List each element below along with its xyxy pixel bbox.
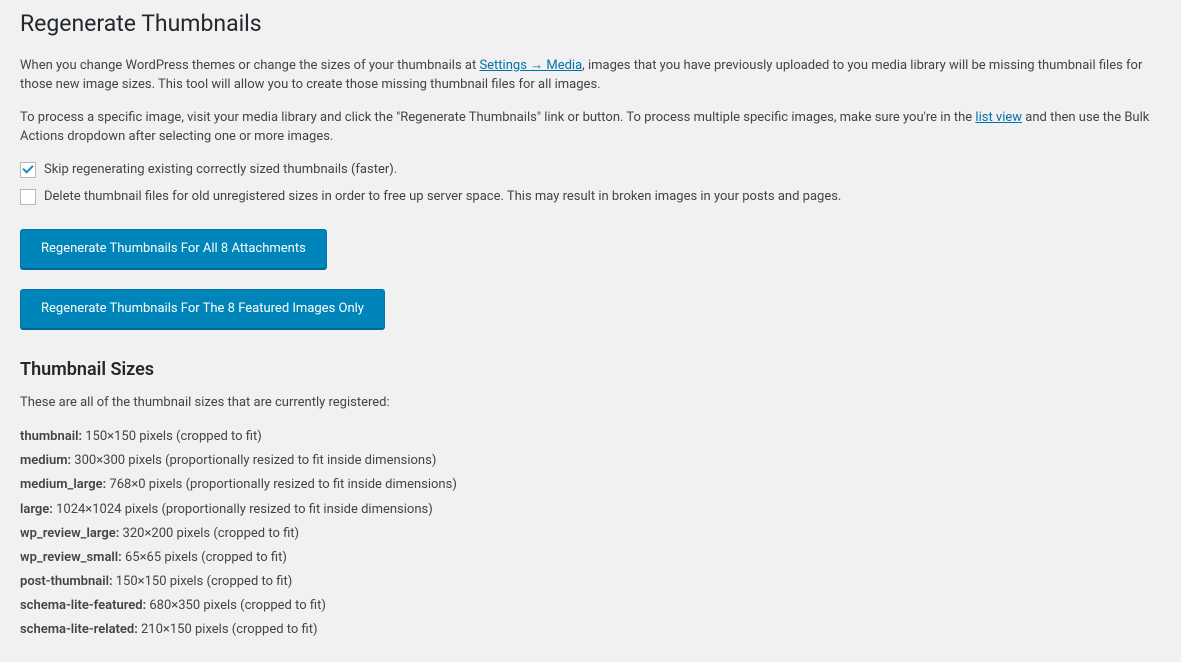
thumbnail-size-desc: 768×0 pixels (proportionally resized to … (106, 477, 457, 492)
thumbnail-size-row: post-thumbnail: 150×150 pixels (cropped … (20, 570, 1161, 594)
thumbnail-sizes-intro: These are all of the thumbnail sizes tha… (20, 393, 1161, 413)
intro-text-2a: To process a specific image, visit your … (20, 110, 975, 125)
thumbnail-size-desc: 65×65 pixels (cropped to fit) (122, 550, 287, 565)
thumbnail-size-name: thumbnail: (20, 429, 82, 444)
thumbnail-size-desc: 320×200 pixels (cropped to fit) (119, 526, 299, 541)
delete-old-label[interactable]: Delete thumbnail files for old unregiste… (44, 187, 841, 207)
thumbnail-size-row: medium_large: 768×0 pixels (proportional… (20, 473, 1161, 497)
thumbnail-size-row: schema-lite-featured: 680×350 pixels (cr… (20, 594, 1161, 618)
delete-old-row: Delete thumbnail files for old unregiste… (20, 187, 1161, 207)
thumbnail-size-name: wp_review_small: (20, 550, 122, 565)
thumbnail-size-row: medium: 300×300 pixels (proportionally r… (20, 449, 1161, 473)
thumbnail-size-desc: 150×150 pixels (cropped to fit) (113, 574, 293, 589)
skip-existing-row: Skip regenerating existing correctly siz… (20, 160, 1161, 180)
intro-paragraph-2: To process a specific image, visit your … (20, 108, 1161, 147)
thumbnail-size-desc: 300×300 pixels (proportionally resized t… (71, 453, 436, 468)
thumbnail-sizes-list: thumbnail: 150×150 pixels (cropped to fi… (20, 425, 1161, 641)
skip-existing-checkbox[interactable] (20, 162, 36, 178)
delete-old-checkbox[interactable] (20, 189, 36, 205)
thumbnail-size-row: schema-lite-related: 210×150 pixels (cro… (20, 618, 1161, 642)
regenerate-featured-button[interactable]: Regenerate Thumbnails For The 8 Featured… (20, 289, 385, 329)
thumbnail-size-name: medium_large: (20, 477, 106, 492)
thumbnail-size-name: large: (20, 502, 53, 517)
thumbnail-size-name: schema-lite-featured: (20, 598, 146, 613)
regenerate-all-button[interactable]: Regenerate Thumbnails For All 8 Attachme… (20, 229, 327, 269)
settings-media-link[interactable]: Settings → Media (479, 58, 582, 73)
intro-text-1a: When you change WordPress themes or chan… (20, 58, 479, 73)
thumbnail-size-name: schema-lite-related: (20, 622, 138, 637)
thumbnail-size-name: wp_review_large: (20, 526, 119, 541)
thumbnail-size-desc: 150×150 pixels (cropped to fit) (82, 429, 262, 444)
intro-paragraph-1: When you change WordPress themes or chan… (20, 56, 1161, 95)
thumbnail-size-desc: 680×350 pixels (cropped to fit) (146, 598, 326, 613)
thumbnail-size-row: large: 1024×1024 pixels (proportionally … (20, 498, 1161, 522)
skip-existing-label[interactable]: Skip regenerating existing correctly siz… (44, 160, 397, 180)
thumbnail-sizes-heading: Thumbnail Sizes (20, 359, 1161, 380)
thumbnail-size-name: post-thumbnail: (20, 574, 113, 589)
page-title: Regenerate Thumbnails (20, 0, 1161, 43)
thumbnail-size-row: thumbnail: 150×150 pixels (cropped to fi… (20, 425, 1161, 449)
thumbnail-size-name: medium: (20, 453, 71, 468)
thumbnail-size-row: wp_review_small: 65×65 pixels (cropped t… (20, 546, 1161, 570)
list-view-link[interactable]: list view (975, 110, 1022, 125)
thumbnail-size-desc: 1024×1024 pixels (proportionally resized… (53, 502, 433, 517)
thumbnail-size-row: wp_review_large: 320×200 pixels (cropped… (20, 522, 1161, 546)
thumbnail-size-desc: 210×150 pixels (cropped to fit) (138, 622, 318, 637)
